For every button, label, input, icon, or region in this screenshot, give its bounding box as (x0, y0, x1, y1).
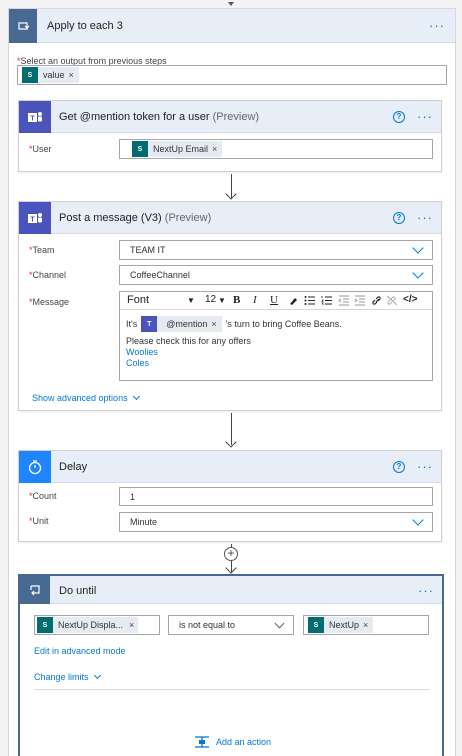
condition-operator-dropdown[interactable]: is not equal to (168, 615, 294, 635)
user-field[interactable]: S NextUp Email × (119, 139, 433, 159)
apply-to-each-header[interactable]: Apply to each 3 ··· (9, 9, 455, 43)
font-dropdown-caret-icon[interactable]: ▼ (187, 296, 195, 305)
sharepoint-icon: S (308, 617, 324, 633)
help-icon[interactable]: ? (393, 212, 405, 224)
output-selector-field[interactable]: S value × (17, 65, 447, 85)
message-label: *Message (29, 297, 70, 307)
message-line-2: Please check this for any offers (126, 336, 251, 346)
user-label: *User (29, 144, 52, 154)
chevron-down-icon (412, 267, 424, 279)
remove-token-icon[interactable]: × (363, 620, 368, 630)
get-mention-title: Get @mention token for a user (Preview) (59, 111, 260, 123)
delay-more-menu[interactable]: ··· (417, 460, 433, 473)
link-icon[interactable] (371, 295, 383, 306)
divider (34, 689, 430, 690)
do-until-more-menu[interactable]: ··· (418, 584, 434, 597)
count-field[interactable]: 1 (119, 487, 433, 506)
message-editor[interactable]: Font ▼ 12 ▼ B I U </> It's T @mention × … (119, 291, 433, 381)
message-toolbar: Font ▼ 12 ▼ B I U </> (120, 292, 432, 310)
top-connector-caret (228, 2, 234, 6)
team-dropdown[interactable]: TEAM IT (119, 240, 433, 260)
font-size-selector[interactable]: 12 (205, 294, 216, 305)
post-message-card: T Post a message (V3) (Preview) ? ··· *T… (18, 201, 442, 411)
font-selector[interactable]: Font (127, 294, 149, 306)
svg-text:T: T (30, 116, 35, 123)
timer-icon (19, 451, 51, 483)
unit-label: *Unit (29, 516, 49, 526)
unlink-icon[interactable] (386, 295, 398, 306)
teams-icon: T (19, 101, 51, 133)
do-until-title: Do until (59, 585, 97, 597)
condition-left-field[interactable]: S NextUp Displa... × (34, 615, 160, 635)
sharepoint-icon: S (22, 67, 38, 83)
edit-in-advanced-mode-link[interactable]: Edit in advanced mode (34, 646, 126, 656)
chevron-down-icon (412, 242, 424, 254)
post-message-more-menu[interactable]: ··· (417, 211, 433, 224)
do-until-icon (20, 576, 50, 604)
delay-card: Delay ? ··· *Count 1 *Unit Minute (18, 450, 442, 542)
svg-text:T: T (30, 217, 35, 224)
indent-icon[interactable] (354, 295, 366, 306)
loop-icon (9, 9, 37, 43)
delay-header[interactable]: Delay ? ··· (19, 451, 441, 483)
mention-token[interactable]: T @mention × (141, 316, 222, 332)
numbered-list-icon[interactable] (321, 295, 333, 306)
insert-step-plus-icon[interactable]: + (224, 547, 238, 561)
post-message-title: Post a message (V3) (Preview) (59, 212, 212, 224)
message-line-1: It's T @mention × 's turn to bring Coffe… (126, 316, 342, 332)
nextup-email-token[interactable]: S NextUp Email × (132, 141, 223, 157)
chevron-down-icon (274, 618, 285, 629)
help-icon[interactable]: ? (393, 111, 405, 123)
get-mention-more-menu[interactable]: ··· (417, 110, 433, 123)
underline-button[interactable]: U (270, 294, 278, 306)
add-action-icon (195, 736, 209, 748)
delay-title: Delay (59, 461, 88, 473)
chevron-down-icon (132, 392, 140, 401)
get-mention-header[interactable]: T Get @mention token for a user (Preview… (19, 101, 441, 133)
count-label: *Count (29, 491, 57, 501)
coles-link[interactable]: Coles (126, 358, 149, 368)
apply-to-each-title: Apply to each 3 (47, 20, 123, 32)
post-message-header[interactable]: T Post a message (V3) (Preview) ? ··· (19, 202, 441, 234)
change-limits-link[interactable]: Change limits (34, 671, 101, 682)
do-until-header[interactable]: Do until ··· (20, 576, 442, 604)
sharepoint-icon: S (37, 617, 53, 633)
bold-button[interactable]: B (233, 294, 240, 306)
teams-icon: T (141, 316, 158, 332)
channel-label: *Channel (29, 270, 67, 280)
team-label: *Team (29, 245, 55, 255)
apply-to-each-more-menu[interactable]: ··· (429, 19, 445, 32)
size-dropdown-caret-icon[interactable]: ▼ (218, 296, 226, 305)
nextup-display-token[interactable]: S NextUp Displa... × (37, 617, 139, 633)
bullet-list-icon[interactable] (304, 295, 316, 306)
sharepoint-icon: S (132, 141, 148, 157)
italic-button[interactable]: I (253, 294, 257, 306)
remove-token-icon[interactable]: × (212, 144, 217, 154)
remove-token-icon[interactable]: × (129, 620, 134, 630)
get-mention-card: T Get @mention token for a user (Preview… (18, 100, 442, 172)
condition-right-field[interactable]: S NextUp × (303, 615, 429, 635)
channel-dropdown[interactable]: CoffeeChannel (119, 265, 433, 285)
nextup-token[interactable]: S NextUp × (308, 617, 374, 633)
remove-token-icon[interactable]: × (211, 319, 216, 329)
chevron-down-icon (412, 514, 424, 526)
chevron-down-icon (93, 671, 101, 680)
remove-token-icon[interactable]: × (69, 70, 74, 80)
help-icon[interactable]: ? (393, 461, 405, 473)
highlight-pen-icon[interactable] (288, 295, 299, 306)
teams-icon: T (19, 202, 51, 234)
unit-dropdown[interactable]: Minute (119, 512, 433, 532)
woolies-link[interactable]: Woolies (126, 347, 158, 357)
show-advanced-options-link[interactable]: Show advanced options (32, 392, 140, 403)
add-an-action-button[interactable]: Add an action (194, 736, 271, 748)
outdent-icon[interactable] (338, 295, 350, 306)
do-until-container: Do until ··· S NextUp Displa... × is not… (18, 574, 444, 756)
code-view-icon[interactable]: </> (403, 294, 417, 305)
value-token[interactable]: S value × (22, 67, 79, 83)
